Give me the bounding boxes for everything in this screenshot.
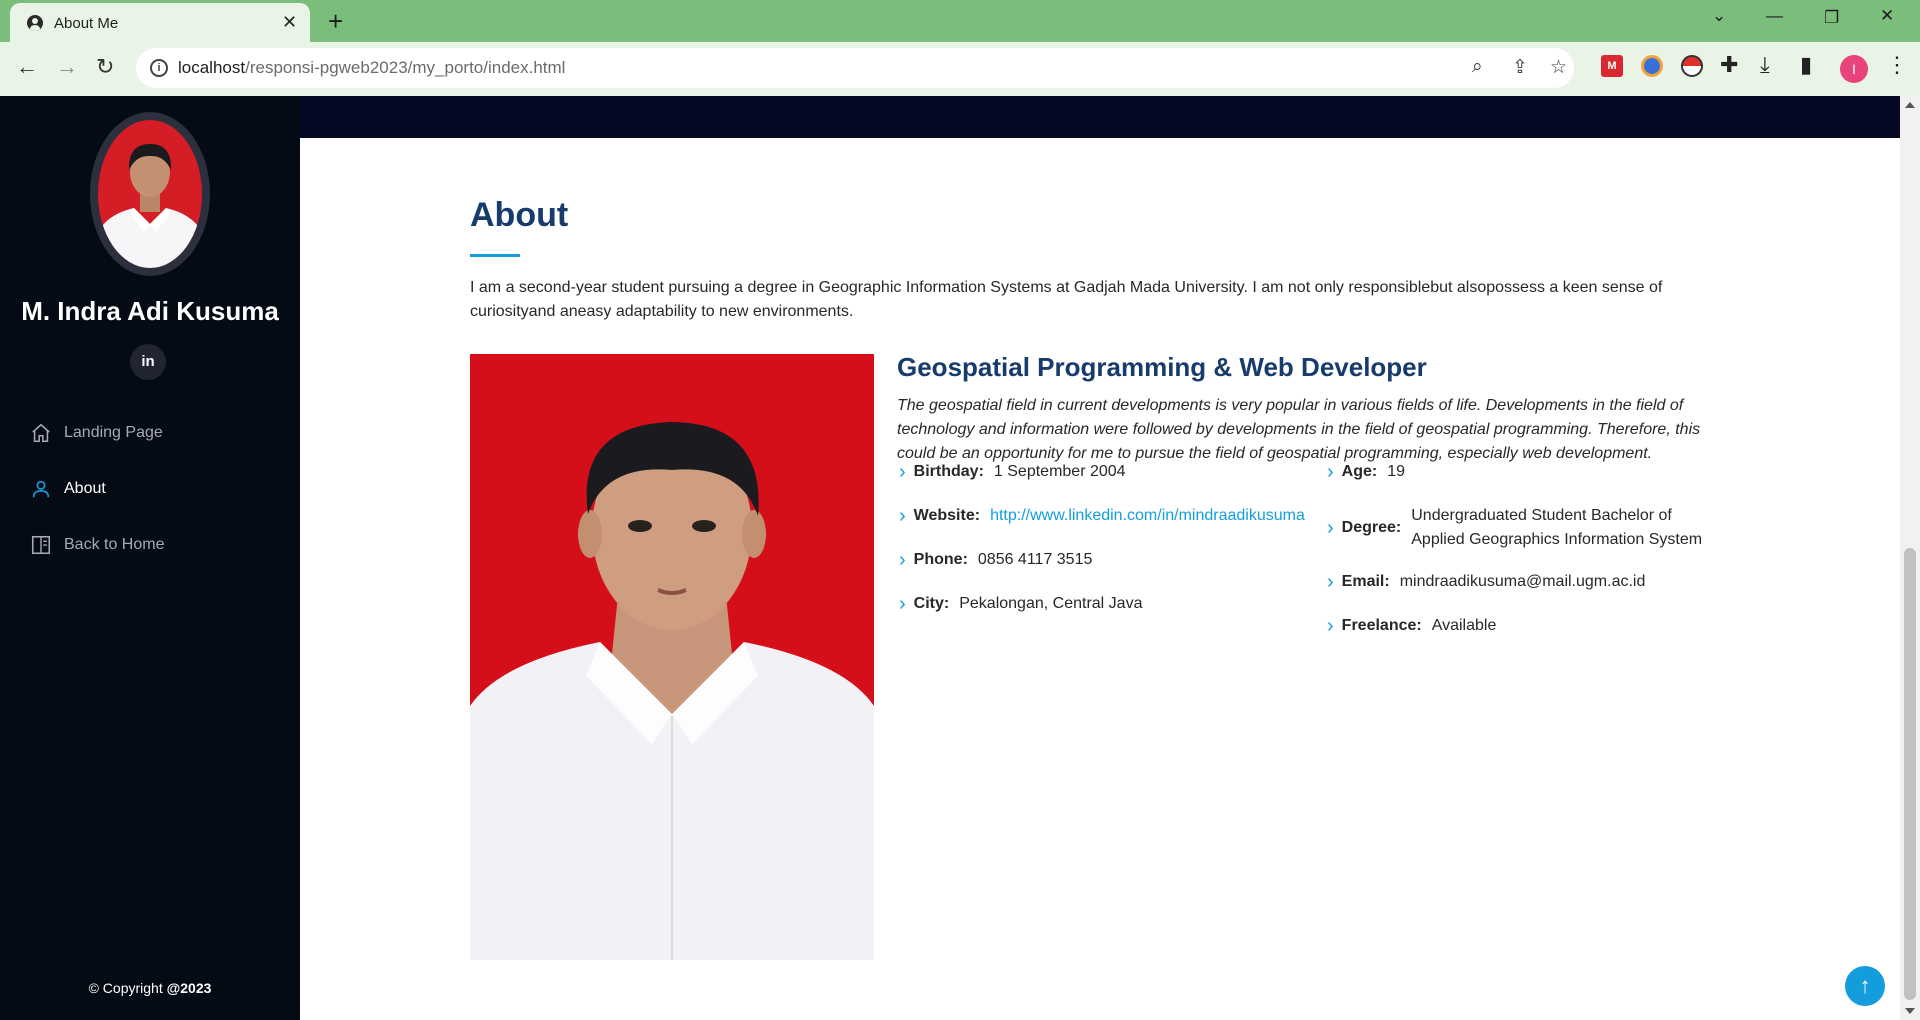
url-text: localhost/responsi-pgweb2023/my_porto/in… — [178, 58, 565, 78]
intro-paragraph: I am a second-year student pursuing a de… — [470, 279, 1663, 320]
chevron-right-icon: › — [1327, 517, 1334, 539]
info-key: Age: — [1341, 463, 1378, 480]
info-value: Undergraduated Student Bachelor of Appli… — [1411, 504, 1702, 552]
info-key: Degree: — [1341, 519, 1402, 536]
extension-ball-icon[interactable] — [1681, 55, 1703, 77]
zoom-icon[interactable]: ⌕ — [1472, 56, 1483, 78]
side-panel-icon[interactable]: ▮ — [1800, 52, 1812, 78]
section-title: About — [470, 196, 569, 234]
info-key: Email: — [1341, 573, 1390, 590]
chevron-right-icon: › — [899, 549, 906, 571]
chevron-right-icon: › — [1327, 461, 1334, 483]
tab-search-chevron-icon[interactable]: ⌄ — [1712, 6, 1726, 26]
scroll-up-icon[interactable] — [1905, 102, 1915, 108]
sidebar-item-label: Landing Page — [64, 424, 163, 441]
sidebar-item-back-to-home[interactable]: Back to Home — [30, 530, 164, 560]
info-birthday: › Birthday: 1 September 2004 — [899, 460, 1126, 484]
info-value: 1 September 2004 — [993, 463, 1126, 480]
info-key: Birthday: — [913, 463, 984, 480]
sidebar-item-label: Back to Home — [64, 536, 165, 553]
chevron-right-icon: › — [899, 505, 906, 527]
sidebar-item-about[interactable]: About — [30, 474, 106, 504]
account-favicon-icon — [27, 15, 43, 31]
tab-close-icon[interactable]: ✕ — [282, 12, 297, 33]
browser-tab[interactable]: About Me ✕ — [10, 3, 310, 42]
info-value: mindraadikusuma@mail.ugm.ac.id — [1399, 573, 1646, 590]
copyright: © Copyright @2023 — [0, 980, 300, 996]
avatar-frame — [90, 112, 210, 276]
address-bar[interactable]: i localhost/responsi-pgweb2023/my_porto/… — [136, 48, 1574, 88]
sidebar: M. Indra Adi Kusuma in Landing Page Abou… — [0, 96, 300, 1020]
info-age: › Age: 19 — [1327, 460, 1405, 484]
arrow-up-icon: ↑ — [1859, 973, 1871, 998]
chevron-right-icon: › — [899, 593, 906, 615]
forward-arrow-icon[interactable]: → — [56, 54, 78, 80]
tab-title: About Me — [54, 15, 119, 32]
info-value: 0856 4117 3515 — [977, 551, 1093, 568]
degree-line-2: Applied Geographics Information System — [1411, 531, 1703, 548]
info-email: › Email: mindraadikusuma@mail.ugm.ac.id — [1327, 570, 1645, 594]
chevron-right-icon: › — [1327, 571, 1334, 593]
profile-name: M. Indra Adi Kusuma — [21, 296, 279, 326]
title-underline — [470, 254, 520, 257]
copyright-prefix: © Copyright — [88, 980, 167, 996]
info-freelance: › Freelance: Available — [1327, 614, 1496, 638]
close-window-icon[interactable]: ✕ — [1880, 6, 1894, 26]
restore-icon[interactable]: ❐ — [1824, 8, 1839, 28]
home-icon — [32, 423, 50, 443]
info-website: › Website: http://www.linkedin.com/in/mi… — [899, 504, 1305, 528]
linkedin-icon[interactable]: in — [130, 344, 166, 380]
site-info-icon[interactable]: i — [150, 59, 168, 77]
profile-avatar[interactable]: I — [1840, 55, 1868, 83]
role-description: The geospatial field in current developm… — [897, 397, 1701, 462]
role-title: Geospatial Programming & Web Developer — [897, 352, 1427, 382]
menu-kebab-icon[interactable]: ⋮ — [1886, 52, 1908, 78]
sidebar-item-landing-page[interactable]: Landing Page — [30, 418, 163, 448]
extension-blue-icon[interactable] — [1641, 55, 1663, 77]
profile-photo — [470, 354, 874, 960]
browser-toolbar: ← → ↻ i localhost/responsi-pgweb2023/my_… — [0, 42, 1920, 97]
url-path: /responsi-pgweb2023/my_porto/index.html — [245, 58, 566, 77]
share-icon[interactable]: ⇪ — [1512, 56, 1528, 79]
website-link[interactable]: http://www.linkedin.com/in/mindraadikusu… — [990, 504, 1305, 528]
chevron-right-icon: › — [899, 461, 906, 483]
extensions-puzzle-icon[interactable]: ✚ — [1720, 52, 1738, 78]
avatar — [98, 120, 202, 268]
extension-red-icon[interactable]: M — [1601, 55, 1623, 77]
url-host: localhost — [178, 58, 246, 77]
minimize-icon[interactable]: — — [1766, 6, 1783, 26]
scroll-down-icon[interactable] — [1905, 1008, 1915, 1014]
download-icon[interactable]: ⤓ — [1760, 52, 1770, 78]
about-section: About I am a second-year student pursuin… — [300, 138, 1900, 1020]
layout-icon — [31, 535, 51, 555]
hero-section-edge — [300, 96, 1900, 138]
page-scrollbar[interactable] — [1900, 96, 1920, 1020]
scroll-thumb[interactable] — [1904, 548, 1916, 1000]
copyright-year: @2023 — [166, 980, 212, 996]
info-value: Pekalongan, Central Java — [959, 595, 1143, 612]
info-phone: › Phone: 0856 4117 3515 — [899, 548, 1092, 572]
info-city: › City: Pekalongan, Central Java — [899, 592, 1142, 616]
chevron-right-icon: › — [1327, 615, 1334, 637]
info-key: Phone: — [913, 551, 968, 568]
browser-tab-bar: About Me ✕ + ⌄ — ❐ ✕ — [0, 0, 1920, 42]
info-value: Available — [1431, 617, 1497, 634]
reload-icon[interactable]: ↻ — [96, 54, 114, 80]
info-value: 19 — [1387, 463, 1406, 480]
bookmark-star-icon[interactable]: ☆ — [1550, 56, 1567, 79]
person-icon — [32, 480, 50, 498]
back-arrow-icon[interactable]: ← — [16, 54, 38, 80]
degree-line-1: Undergraduated Student Bachelor of — [1411, 507, 1672, 524]
sidebar-item-label: About — [64, 480, 106, 497]
info-degree: › Degree: Undergraduated Student Bachelo… — [1327, 504, 1702, 552]
info-key: City: — [913, 595, 950, 612]
back-to-top-button[interactable]: ↑ — [1845, 966, 1885, 1006]
new-tab-icon[interactable]: + — [328, 6, 343, 37]
info-key: Website: — [913, 507, 981, 524]
info-key: Freelance: — [1341, 617, 1422, 634]
